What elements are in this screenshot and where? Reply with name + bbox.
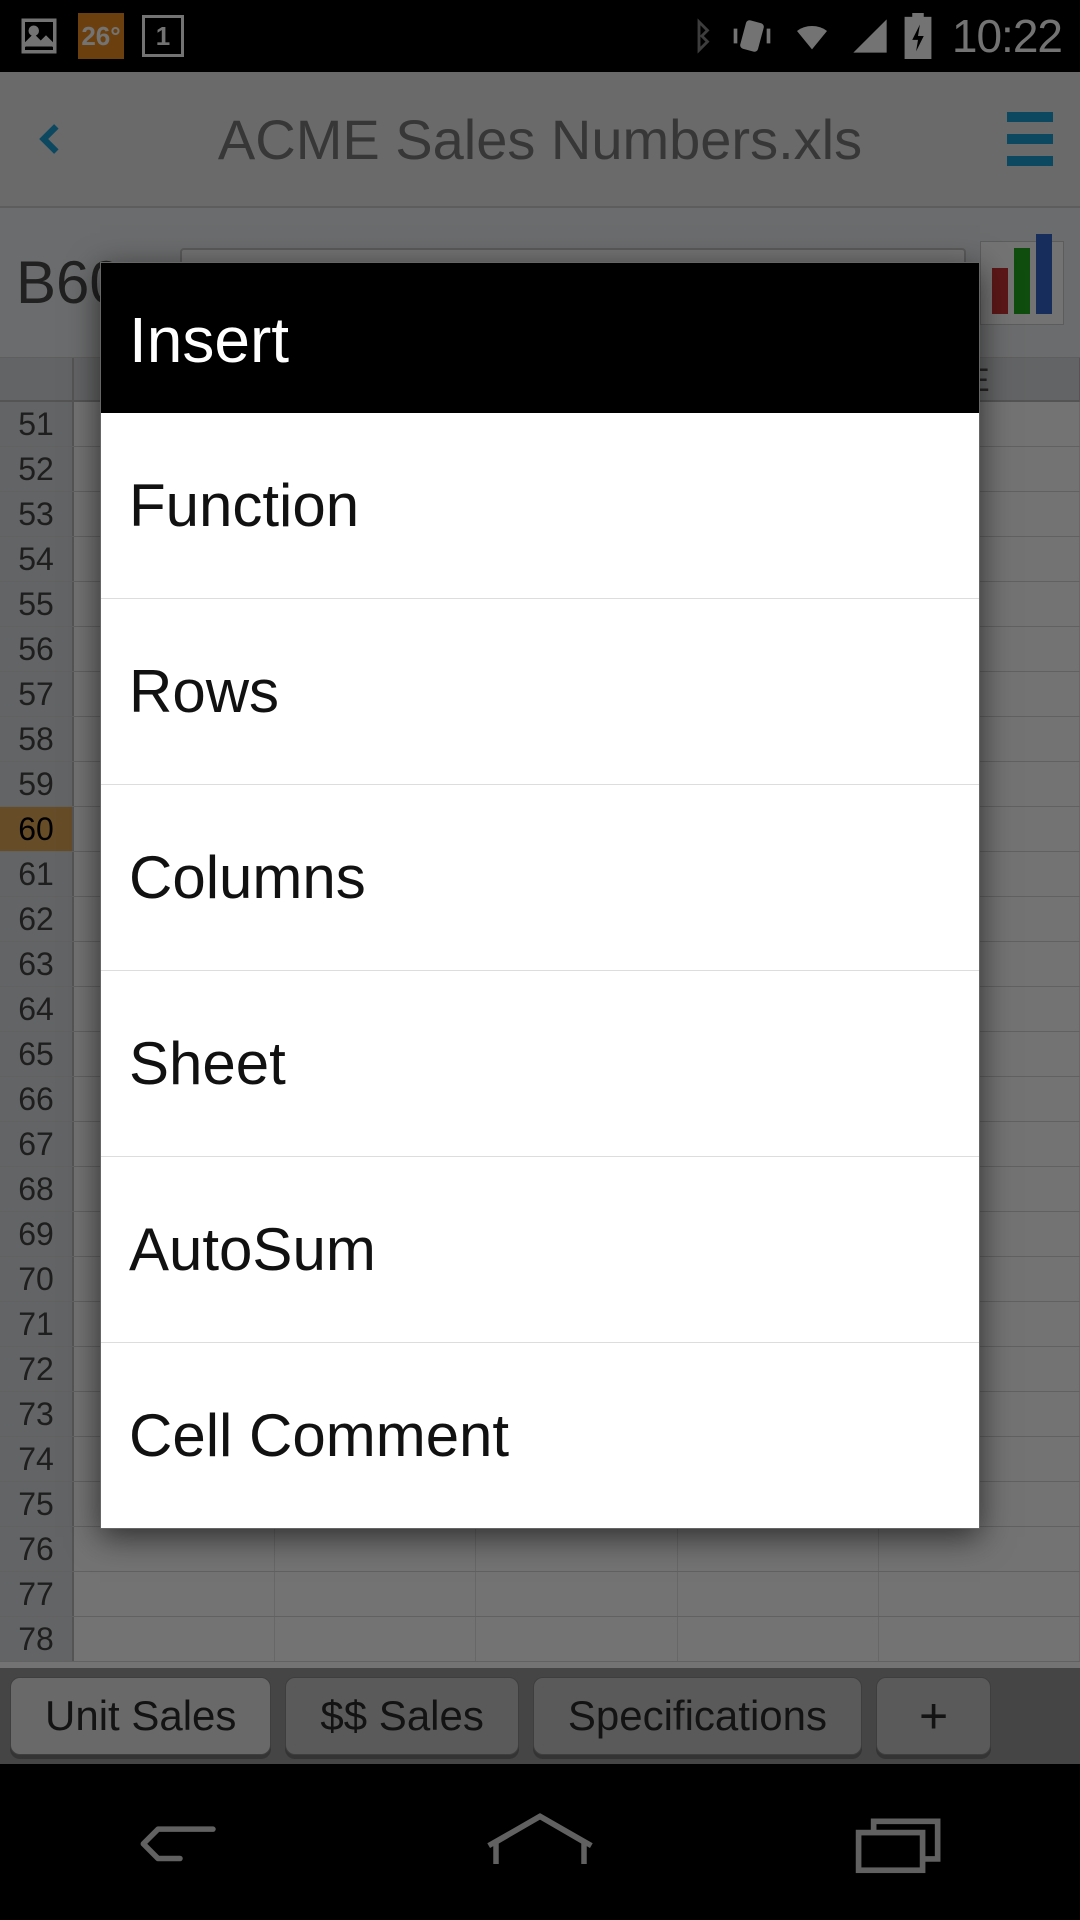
dialog-option[interactable]: Sheet: [101, 971, 979, 1157]
dialog-option[interactable]: Function: [101, 413, 979, 599]
dialog-option[interactable]: Rows: [101, 599, 979, 785]
dialog-title: Insert: [101, 263, 979, 413]
insert-dialog: Insert FunctionRowsColumnsSheetAutoSumCe…: [100, 262, 980, 1529]
dialog-option[interactable]: Cell Comment: [101, 1343, 979, 1528]
dialog-option[interactable]: Columns: [101, 785, 979, 971]
dialog-option[interactable]: AutoSum: [101, 1157, 979, 1343]
